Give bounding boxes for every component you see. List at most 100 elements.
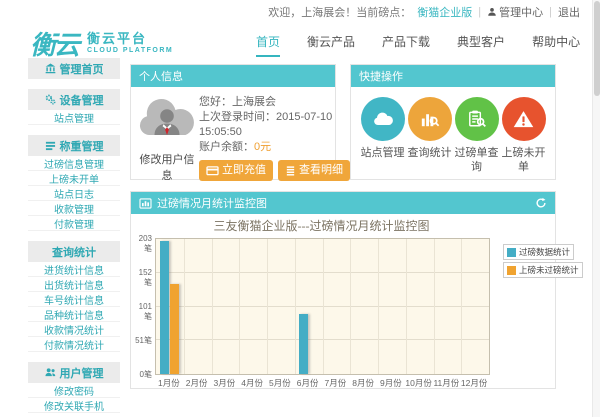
sidebar: 管理首页设备管理站点管理称重管理过磅信息管理上磅未开单站点日志收款管理付款管理查… [28,58,120,413]
topbar-separator: | [549,6,552,18]
sidebar-item-4[interactable]: 称重管理 [28,135,120,156]
admin-center-link[interactable]: 管理中心 [487,4,543,20]
x-axis-tick-label: 4月份 [238,377,266,389]
personal-buttons: 立即充值 查看明细 [199,160,350,181]
quick-action-3[interactable]: 过磅单查询 [453,97,500,174]
gridline-vertical [184,239,185,374]
sidebar-item-label: 修改密码 [54,383,94,398]
nav-item-4[interactable]: 典型客户 [457,33,505,57]
sidebar-item-5[interactable]: 过磅信息管理 [28,156,120,171]
gridline-vertical [378,239,379,374]
quick-actions-panel: 快捷操作 站点管理查询统计过磅单查询上磅未开单 [350,64,556,180]
x-axis-tick-label: 7月份 [322,377,350,389]
balance-line: 账户余额：0元 [199,140,350,155]
view-details-button[interactable]: 查看明细 [278,160,350,181]
bank-icon [45,63,56,74]
legend-item-1[interactable]: 过磅数据统计 [503,244,574,260]
x-axis-tick-label: 3月份 [211,377,239,389]
gridline-vertical [212,239,213,374]
sidebar-item-label: 出货统计信息 [44,277,104,292]
legend-swatch [507,248,516,257]
gridline-vertical [461,239,462,374]
sidebar-item-10[interactable]: 查询统计 [28,241,120,262]
recharge-button[interactable]: 立即充值 [199,160,273,181]
sidebar-item-label: 站点管理 [54,110,94,125]
sidebar-item-label: 上磅未开单 [49,171,99,186]
sidebar-item-2[interactable]: 设备管理 [28,89,120,110]
gridline-vertical [434,239,435,374]
chart-legend: 过磅数据统计上磅未过磅统计 [503,244,583,278]
admin-center-label: 管理中心 [499,4,543,20]
user-icon [487,7,497,17]
chart-plot-area [155,238,490,375]
gridline-vertical [267,239,268,374]
y-axis-tick-label: 101笔 [131,302,152,322]
sidebar-item-8[interactable]: 收款管理 [28,201,120,216]
recharge-button-label: 立即充值 [222,163,266,178]
brand-logo[interactable]: 衡云 衡云平台 CLOUD PLATFORM [30,25,173,62]
nav-item-3[interactable]: 产品下载 [382,33,430,57]
avatar [135,93,199,143]
x-axis-tick-label: 6月份 [294,377,322,389]
quick-action-label: 上磅未开单 [500,146,547,174]
refresh-icon[interactable] [535,197,547,209]
sidebar-item-6[interactable]: 上磅未开单 [28,171,120,186]
quick-actions-title: 快捷操作 [359,68,403,84]
scrollbar-track[interactable] [592,0,600,417]
sidebar-item-label: 付款管理 [54,216,94,231]
nav-item-5[interactable]: 帮助中心 [532,33,580,57]
brand-name-en: CLOUD PLATFORM [87,47,173,55]
list-detail-icon [285,165,296,176]
sidebar-item-19[interactable]: 修改关联手机 [28,398,120,413]
nav-item-2[interactable]: 衡云产品 [307,33,355,57]
sidebar-item-13[interactable]: 车号统计信息 [28,292,120,307]
quick-action-1[interactable]: 站点管理 [359,97,406,174]
balance-value: 0元 [254,141,271,153]
sidebar-item-1[interactable]: 管理首页 [28,58,120,79]
x-axis-tick-label: 9月份 [377,377,405,389]
sidebar-item-label: 车号统计信息 [44,292,104,307]
chart-title: 三友衡猫企业版---过磅情况月统计监控图 [155,217,488,234]
sidebar-item-11[interactable]: 进货统计信息 [28,262,120,277]
sidebar-item-3[interactable]: 站点管理 [28,110,120,125]
quick-action-label: 过磅单查询 [453,146,500,174]
x-axis-tick-label: 2月份 [183,377,211,389]
sidebar-item-label: 设备管理 [60,92,104,108]
sidebar-item-label: 用户管理 [60,365,104,381]
quick-action-2[interactable]: 查询统计 [406,97,453,174]
x-axis-tick-label: 11月份 [433,377,461,389]
sidebar-item-label: 查询统计 [52,244,96,260]
main-nav: 首页 衡云产品 产品下载 典型客户 帮助中心 [256,24,580,57]
edit-profile-link[interactable]: 修改用户信息 [135,151,199,183]
sidebar-item-label: 进货统计信息 [44,262,104,277]
legend-label: 过磅数据统计 [519,246,570,258]
x-axis-tick-label: 1月份 [155,377,183,389]
card-icon [206,165,219,176]
legend-label: 上磅未过磅统计 [519,264,579,276]
scrollbar-thumb[interactable] [594,1,600,96]
sidebar-item-9[interactable]: 付款管理 [28,216,120,231]
y-axis-tick-label: 51笔 [131,335,152,346]
brand-text: 衡云平台 CLOUD PLATFORM [87,32,173,55]
sidebar-item-15[interactable]: 收款情况统计 [28,322,120,337]
quick-action-4[interactable]: 上磅未开单 [500,97,547,174]
clipboard-search-icon [455,97,499,141]
chart-body: 三友衡猫企业版---过磅情况月统计监控图 过磅数据统计上磅未过磅统计 0笔51笔… [131,214,555,390]
sidebar-item-17[interactable]: 用户管理 [28,362,120,383]
personal-details: 您好：上海展会 上次登录时间：2015-07-10 15:05:50 账户余额：… [199,93,350,183]
logout-link[interactable]: 退出 [558,4,580,20]
sidebar-item-label: 付款情况统计 [44,337,104,352]
sidebar-item-7[interactable]: 站点日志 [28,186,120,201]
account-link[interactable]: 衡猫企业版 [417,4,472,20]
page-root: 欢迎，上海展会！当前磅点： 衡猫企业版 | 管理中心 | 退出 衡云 衡云平台 … [0,0,600,417]
sidebar-item-12[interactable]: 出货统计信息 [28,277,120,292]
chart-search-icon [408,97,452,141]
sidebar-item-14[interactable]: 品种统计信息 [28,307,120,322]
sidebar-item-label: 收款情况统计 [44,322,104,337]
legend-item-2[interactable]: 上磅未过磅统计 [503,262,583,278]
sidebar-item-18[interactable]: 修改密码 [28,383,120,398]
sidebar-item-16[interactable]: 付款情况统计 [28,337,120,352]
personal-info-panel: 个人信息 修改用户信息 您好：上海展会 上次登录时间：2015-07-10 15 [130,64,336,180]
users-icon [45,367,56,378]
nav-item-1[interactable]: 首页 [256,33,280,57]
